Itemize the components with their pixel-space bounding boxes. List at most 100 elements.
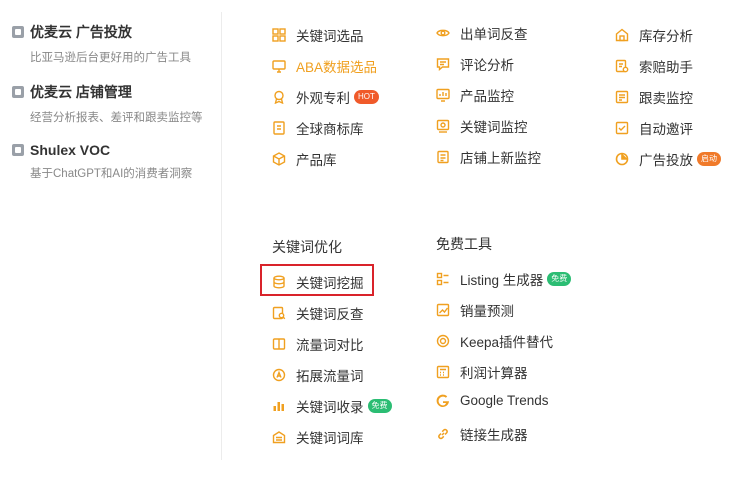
pie-icon bbox=[615, 152, 629, 166]
menu-item-label: 销量预测 bbox=[460, 304, 514, 319]
menu-item-label: 产品监控 bbox=[460, 89, 514, 104]
menu-item-label: 关键词反查 bbox=[296, 307, 364, 322]
product-sidebar: 优麦云 广告投放 比亚马逊后台更好用的广告工具 优麦云 店铺管理 经营分析报表、… bbox=[0, 0, 220, 480]
menu-item-label: 流量词对比 bbox=[296, 338, 364, 353]
screen-icon bbox=[436, 119, 450, 133]
award-icon bbox=[274, 90, 284, 104]
menu-item-order-keyword[interactable]: 出单词反查 bbox=[436, 23, 528, 43]
menu-item-follow-sell[interactable]: 跟卖监控 bbox=[615, 87, 693, 107]
menu-item-keyword-library[interactable]: 关键词词库 bbox=[272, 427, 364, 447]
menu-item-ad-placement[interactable]: 广告投放 启动 bbox=[615, 149, 721, 169]
eye-icon bbox=[436, 29, 450, 37]
menu-item-label: 外观专利 bbox=[296, 91, 350, 106]
chart-monitor-icon bbox=[436, 88, 450, 102]
link-icon bbox=[438, 428, 448, 440]
compare-icon bbox=[272, 338, 286, 350]
google-icon bbox=[436, 394, 449, 407]
section-title-keyword: 关键词优化 bbox=[272, 239, 342, 255]
menu-item-design-patent[interactable]: 外观专利 HOT bbox=[272, 87, 379, 107]
search-doc-icon bbox=[272, 306, 286, 320]
hot-badge: HOT bbox=[354, 90, 379, 104]
menu-item-label: Keepa插件替代 bbox=[460, 335, 554, 350]
menu-item-label: 广告投放 bbox=[639, 153, 693, 168]
expand-icon bbox=[272, 368, 286, 382]
menu-item-label: 利润计算器 bbox=[460, 366, 528, 381]
trademark-icon bbox=[273, 121, 285, 135]
database-icon bbox=[273, 275, 285, 289]
menu-item-aba[interactable]: ABA数据选品 bbox=[272, 56, 377, 76]
menu-item-label: 索赔助手 bbox=[639, 60, 693, 75]
menu-item-label: 关键词收录 bbox=[296, 400, 364, 415]
menu-item-label: 拓展流量词 bbox=[296, 369, 364, 384]
product-desc: 基于ChatGPT和AI的消费者洞察 bbox=[30, 168, 193, 180]
product-title: 优麦云 店铺管理 bbox=[30, 84, 132, 100]
start-badge: 启动 bbox=[697, 152, 721, 166]
menu-item-label: 关键词监控 bbox=[460, 120, 528, 135]
menu-item-profit-calculator[interactable]: 利润计算器 bbox=[436, 362, 528, 382]
free-badge: 免费 bbox=[547, 272, 572, 286]
menu-item-link-generator[interactable]: 链接生成器 bbox=[436, 424, 528, 444]
warehouse-icon bbox=[615, 28, 629, 42]
product-title: 优麦云 广告投放 bbox=[30, 24, 132, 40]
menu-item-google-trends[interactable]: Google Trends bbox=[436, 393, 549, 408]
menu-item-keepa-alternative[interactable]: Keepa插件替代 bbox=[436, 331, 553, 351]
product-desc: 经营分析报表、差评和跟卖监控等 bbox=[30, 112, 203, 124]
product-title: Shulex VOC bbox=[30, 142, 111, 158]
menu-item-label: 链接生成器 bbox=[460, 428, 528, 443]
menu-item-label: 跟卖监控 bbox=[639, 91, 693, 106]
divider bbox=[221, 12, 222, 460]
menu-item-label: 库存分析 bbox=[639, 29, 693, 44]
menu-item-auto-invite[interactable]: 自动邀评 bbox=[615, 118, 693, 138]
menu-item-keyword-mining[interactable]: 关键词挖掘 bbox=[272, 272, 364, 292]
menu-item-label: 关键词挖掘 bbox=[296, 276, 364, 291]
menu-item-label: 全球商标库 bbox=[296, 122, 364, 137]
voc-icon bbox=[12, 144, 24, 156]
grid-icon bbox=[272, 28, 286, 42]
menu-item-keyword-monitor[interactable]: 关键词监控 bbox=[436, 116, 528, 136]
menu-item-label: ABA数据选品 bbox=[296, 60, 378, 75]
store-icon bbox=[12, 86, 24, 98]
calculator-icon bbox=[436, 365, 450, 379]
menu-item-inventory[interactable]: 库存分析 bbox=[615, 25, 693, 45]
menu-item-label: 关键词词库 bbox=[296, 431, 364, 446]
menu-item-keyword-indexing[interactable]: 关键词收录 免费 bbox=[272, 396, 392, 416]
menu-item-label: 关键词选品 bbox=[296, 29, 364, 44]
menu-item-shop-new-monitor[interactable]: 店铺上新监控 bbox=[436, 147, 541, 167]
list-icon bbox=[436, 272, 449, 286]
product-shulex[interactable]: Shulex VOC 基于ChatGPT和AI的消费者洞察 bbox=[12, 142, 192, 181]
bar-chart-icon bbox=[273, 402, 284, 411]
library-icon bbox=[272, 431, 286, 444]
product-guanggao[interactable]: 优麦云 广告投放 比亚马逊后台更好用的广告工具 bbox=[12, 22, 191, 65]
menu-item-keyword-reverse[interactable]: 关键词反查 bbox=[272, 303, 364, 323]
menu-item-label: Listing 生成器 bbox=[460, 273, 544, 288]
menu-item-label: Google Trends bbox=[460, 393, 549, 408]
claim-icon bbox=[615, 59, 629, 73]
cube-icon bbox=[272, 152, 286, 166]
menu-item-product-monitor[interactable]: 产品监控 bbox=[436, 85, 514, 105]
menu-item-trademark[interactable]: 全球商标库 bbox=[272, 118, 364, 138]
plugin-icon bbox=[436, 334, 450, 348]
menu-item-label: 出单词反查 bbox=[460, 27, 528, 42]
menu-item-label: 评论分析 bbox=[460, 58, 514, 73]
product-dianpu[interactable]: 优麦云 店铺管理 经营分析报表、差评和跟卖监控等 bbox=[12, 82, 203, 125]
menu-item-product-library[interactable]: 产品库 bbox=[272, 149, 337, 169]
menu-item-label: 店铺上新监控 bbox=[460, 151, 541, 166]
free-badge: 免费 bbox=[367, 399, 392, 413]
menu-item-claim[interactable]: 索赔助手 bbox=[615, 56, 693, 76]
menu-item-sales-forecast[interactable]: 销量预测 bbox=[436, 300, 514, 320]
shop-new-icon bbox=[437, 150, 449, 164]
section-title-free-tools: 免费工具 bbox=[436, 236, 492, 252]
menu-item-keyword-selection[interactable]: 关键词选品 bbox=[272, 25, 364, 45]
u-logo-icon bbox=[12, 26, 24, 38]
product-desc: 比亚马逊后台更好用的广告工具 bbox=[30, 52, 191, 64]
forecast-icon bbox=[436, 303, 450, 317]
invite-icon bbox=[615, 121, 629, 135]
menu-item-label: 产品库 bbox=[296, 153, 337, 168]
follow-icon bbox=[615, 90, 629, 104]
menu-item-traffic-compare[interactable]: 流量词对比 bbox=[272, 334, 364, 354]
comment-icon bbox=[436, 58, 450, 71]
menu-item-expand-traffic[interactable]: 拓展流量词 bbox=[272, 365, 364, 385]
menu-item-listing-generator[interactable]: Listing 生成器 免费 bbox=[436, 269, 572, 289]
monitor-icon bbox=[272, 60, 286, 73]
menu-item-review-analysis[interactable]: 评论分析 bbox=[436, 54, 514, 74]
